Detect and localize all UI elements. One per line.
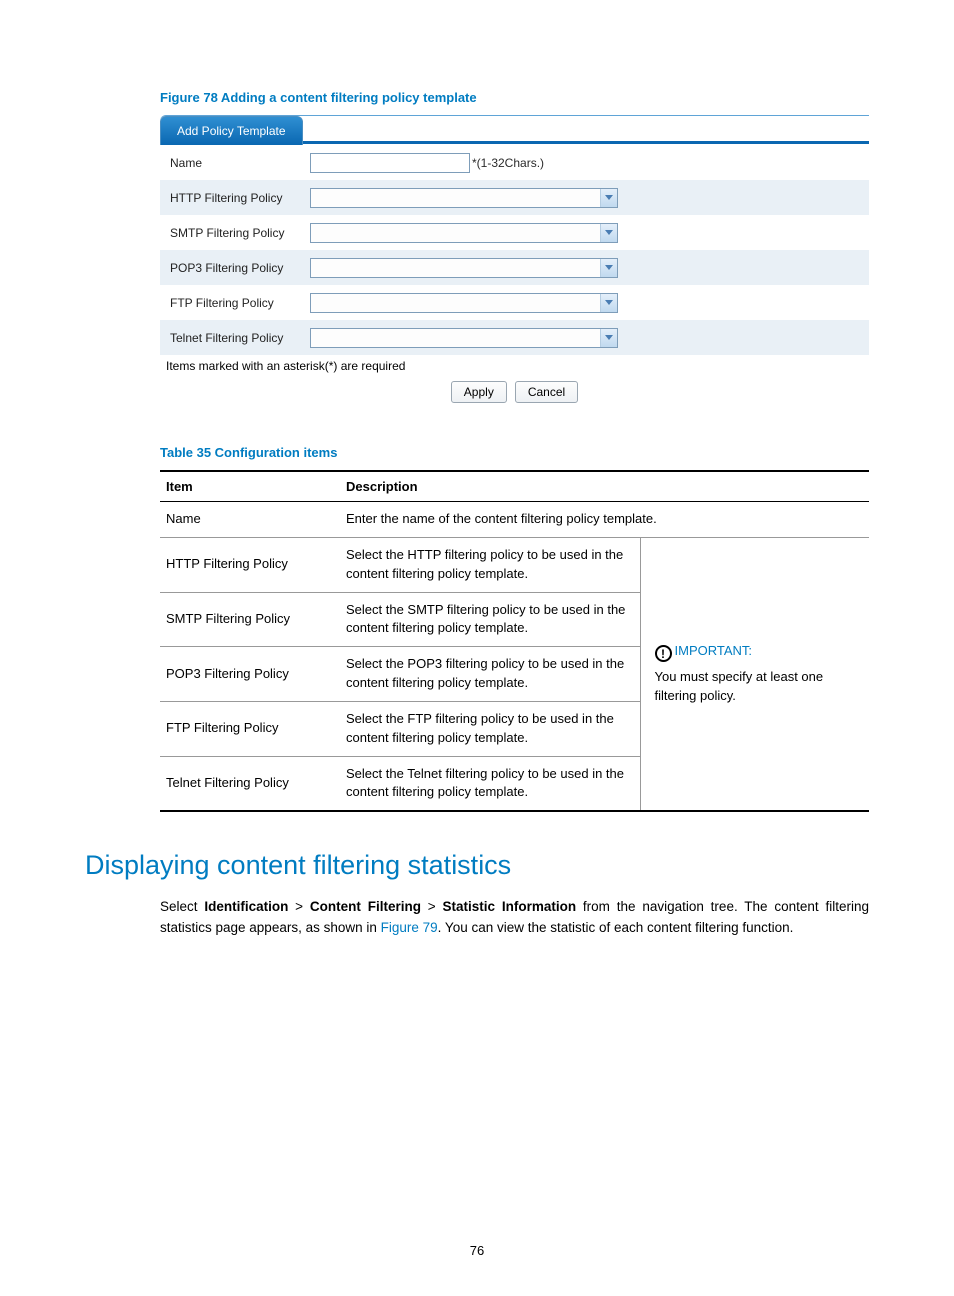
form-row: SMTP Filtering Policy [160,215,869,250]
policy-select[interactable] [310,223,618,243]
form-row: FTP Filtering Policy [160,285,869,320]
required-note: Items marked with an asterisk(*) are req… [160,355,869,379]
table-caption: Table 35 Configuration items [160,445,869,460]
chevron-down-icon [600,224,617,242]
cell-description: Select the FTP filtering policy to be us… [340,701,640,756]
cell-item: Telnet Filtering Policy [160,756,340,811]
name-input[interactable] [310,153,470,173]
cell-description: Select the SMTP filtering policy to be u… [340,592,640,647]
important-note: !IMPORTANT:You must specify at least one… [640,537,869,811]
section-heading: Displaying content filtering statistics [85,850,869,881]
cell-description: Select the HTTP filtering policy to be u… [340,537,640,592]
form-label: SMTP Filtering Policy [160,226,310,240]
add-policy-panel: Add Policy Template Name *(1-32Chars.) HTT… [160,115,869,403]
chevron-down-icon [600,329,617,347]
cell-description: Select the POP3 filtering policy to be u… [340,647,640,702]
form-label: Telnet Filtering Policy [160,331,310,345]
form-label: FTP Filtering Policy [160,296,310,310]
form-row: Telnet Filtering Policy [160,320,869,355]
form-row: POP3 Filtering Policy [160,250,869,285]
tab-add-policy-template[interactable]: Add Policy Template [160,116,303,145]
form-label: HTTP Filtering Policy [160,191,310,205]
config-items-table: Item Description NameEnter the name of t… [160,470,869,812]
cell-item: POP3 Filtering Policy [160,647,340,702]
policy-select[interactable] [310,328,618,348]
tab-bar-divider [303,141,869,145]
policy-select[interactable] [310,293,618,313]
chevron-down-icon [600,294,617,312]
th-item: Item [160,471,340,502]
cell-description: Enter the name of the content filtering … [340,502,869,538]
cancel-button[interactable]: Cancel [515,381,578,403]
form-row: Name *(1-32Chars.) [160,145,869,180]
page-number: 76 [0,1243,954,1258]
form-label: POP3 Filtering Policy [160,261,310,275]
cell-item: SMTP Filtering Policy [160,592,340,647]
cell-item: Name [160,502,340,538]
table-row: HTTP Filtering PolicySelect the HTTP fil… [160,537,869,592]
cell-item: HTTP Filtering Policy [160,537,340,592]
cell-description: Select the Telnet filtering policy to be… [340,756,640,811]
policy-select[interactable] [310,258,618,278]
figure-caption: Figure 78 Adding a content filtering pol… [160,90,869,105]
chevron-down-icon [600,259,617,277]
important-icon: ! [655,645,672,662]
cell-item: FTP Filtering Policy [160,701,340,756]
form-row: HTTP Filtering Policy [160,180,869,215]
figure-79-link[interactable]: Figure 79 [381,920,438,935]
apply-button[interactable]: Apply [451,381,507,403]
input-hint: *(1-32Chars.) [472,156,544,170]
policy-select[interactable] [310,188,618,208]
th-description: Description [340,471,869,502]
table-row: NameEnter the name of the content filter… [160,502,869,538]
form-label: Name [160,156,310,170]
chevron-down-icon [600,189,617,207]
section-paragraph: Select Identification > Content Filterin… [160,897,869,938]
